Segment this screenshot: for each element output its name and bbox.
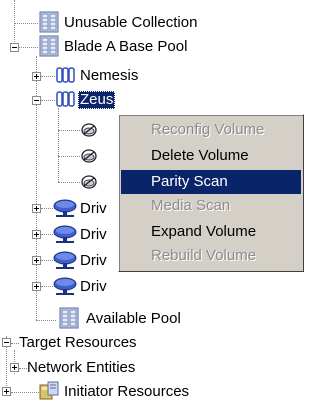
tree-item-drive[interactable]: Driv	[80, 252, 107, 270]
volume-group-icon	[56, 66, 76, 88]
drive-icon	[52, 250, 78, 276]
tree-connector	[11, 343, 19, 344]
pool-icon	[38, 34, 60, 62]
volume-icon[interactable]	[80, 121, 98, 143]
expand-toggle[interactable]	[32, 204, 41, 213]
menu-item-rebuild-volume[interactable]: Rebuild Volume	[121, 244, 301, 268]
context-menu: Reconfig Volume Delete Volume Parity Sca…	[118, 114, 304, 272]
tree-item-initiator-resources[interactable]: Initiator Resources	[64, 383, 189, 401]
tree-connector	[36, 320, 56, 321]
tree-item-zeus[interactable]: Zeus	[78, 91, 116, 109]
expand-toggle[interactable]	[2, 387, 11, 396]
tree-item-target-resources[interactable]: Target Resources	[19, 334, 137, 352]
volume-group-icon	[56, 90, 76, 112]
tree-connector	[58, 182, 80, 183]
drive-icon	[52, 198, 78, 224]
collapse-toggle[interactable]	[10, 43, 19, 52]
menu-item-reconfig-volume[interactable]: Reconfig Volume	[121, 118, 301, 142]
menu-item-media-scan[interactable]: Media Scan	[121, 194, 301, 218]
collapse-toggle[interactable]	[32, 96, 41, 105]
tree-connector	[41, 100, 55, 101]
tree-item-unusable-collection[interactable]: Unusable Collection	[64, 14, 197, 32]
tree-connector	[14, 23, 38, 24]
drive-icon	[52, 224, 78, 250]
tree-connector	[11, 392, 39, 393]
expand-toggle[interactable]	[32, 230, 41, 239]
tree-connector	[58, 130, 80, 131]
menu-item-parity-scan[interactable]: Parity Scan	[121, 170, 301, 194]
volume-icon[interactable]	[80, 173, 98, 195]
expand-toggle[interactable]	[32, 282, 41, 291]
expand-toggle[interactable]	[32, 256, 41, 265]
collapse-toggle[interactable]	[2, 338, 11, 347]
volume-icon[interactable]	[80, 147, 98, 169]
menu-item-expand-volume[interactable]: Expand Volume	[121, 220, 301, 244]
tree-item-drive[interactable]: Driv	[80, 226, 107, 244]
tree-item-network-entities[interactable]: Network Entities	[27, 359, 135, 377]
initiator-icon	[38, 381, 60, 405]
expand-toggle[interactable]	[32, 72, 41, 81]
tree-connector	[19, 368, 27, 369]
tree-connector	[58, 108, 59, 182]
tree-connector	[14, 0, 15, 48]
tree-item-drive[interactable]: Driv	[80, 278, 107, 296]
tree-item-available-pool[interactable]: Available Pool	[86, 310, 181, 328]
pool-icon	[58, 306, 80, 334]
expand-toggle[interactable]	[10, 363, 19, 372]
menu-item-delete-volume[interactable]: Delete Volume	[121, 144, 301, 168]
tree-item-drive[interactable]: Driv	[80, 200, 107, 218]
drive-icon	[52, 276, 78, 302]
tree-connector	[19, 47, 38, 48]
tree-connector	[58, 156, 80, 157]
tree-connector	[41, 76, 55, 77]
tree-item-nemesis[interactable]: Nemesis	[80, 67, 138, 85]
tree-item-blade-pool[interactable]: Blade A Base Pool	[64, 38, 187, 56]
